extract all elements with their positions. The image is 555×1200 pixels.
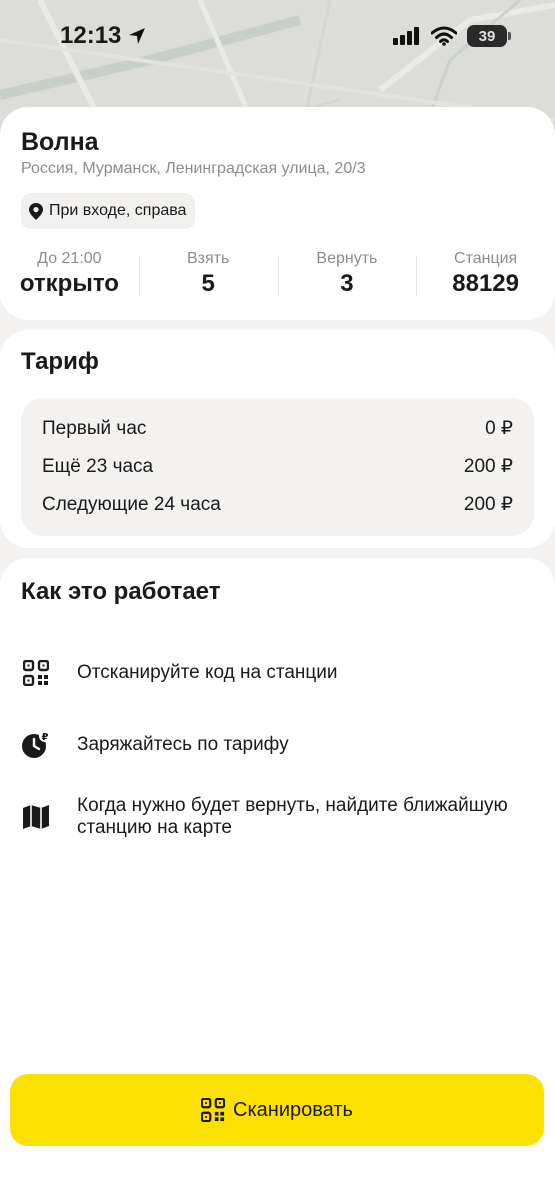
scan-button-label: Сканировать — [233, 1098, 353, 1121]
station-info-card: Волна Россия, Мурманск, Ленинградская ул… — [0, 107, 555, 320]
tariff-title: Тариф — [21, 348, 99, 375]
stat-return: Вернуть 3 — [277, 250, 417, 298]
tariff-row: Следующие 24 часа 200 ₽ — [42, 486, 513, 524]
station-title: Волна — [21, 128, 99, 156]
map-icon — [21, 802, 51, 832]
step-return: Когда нужно будет вернуть, найдите ближа… — [21, 795, 534, 839]
stat-take: Взять 5 — [138, 250, 278, 298]
tariff-period: Ещё 23 часа — [42, 456, 154, 477]
station-stats: До 21:00 открыто Взять 5 Вернуть 3 Станц… — [0, 250, 555, 298]
stat-station-number: Станция 88129 — [416, 250, 555, 298]
entrance-text: При входе, справа — [49, 202, 187, 219]
ruble-clock-icon: ₽ — [21, 730, 51, 760]
stat-value: открыто — [19, 270, 119, 297]
battery-level: 39 — [478, 27, 496, 45]
stat-label: Станция — [454, 250, 518, 267]
cellular-signal-icon — [393, 27, 419, 45]
stat-label: До 21:00 — [37, 250, 102, 267]
status-icons: 39 — [393, 25, 511, 47]
tariff-table: Первый час 0 ₽ Ещё 23 часа 200 ₽ Следующ… — [21, 398, 534, 536]
clock-text: 12:13 — [60, 22, 122, 49]
qr-code-icon — [201, 1098, 226, 1122]
wifi-icon — [431, 26, 457, 46]
qr-code-icon — [21, 658, 51, 688]
tariff-row: Первый час 0 ₽ — [42, 410, 513, 448]
battery-icon: 39 — [467, 25, 511, 47]
step-text: Когда нужно будет вернуть, найдите ближа… — [77, 795, 508, 838]
location-arrow-icon — [129, 28, 146, 44]
step-charge: ₽ Заряжайтесь по тарифу — [21, 730, 534, 760]
station-address: Россия, Мурманск, Ленинградская улица, 2… — [21, 160, 366, 177]
tariff-row: Ещё 23 часа 200 ₽ — [42, 448, 513, 486]
tariff-period: Следующие 24 часа — [42, 494, 221, 515]
status-bar: 12:13 39 — [0, 0, 555, 72]
stat-value: 3 — [340, 270, 354, 297]
status-time: 12:13 — [60, 22, 147, 50]
tariff-price: 200 ₽ — [463, 456, 513, 477]
entrance-badge: При входе, справа — [21, 193, 196, 229]
svg-text:₽: ₽ — [42, 732, 49, 743]
step-text: Отсканируйте код на станции — [77, 662, 338, 683]
stat-hours: До 21:00 открыто — [0, 250, 139, 298]
stat-value: 5 — [201, 270, 215, 297]
stat-label: Взять — [186, 250, 230, 267]
location-pin-icon — [29, 202, 43, 220]
scan-button[interactable]: Сканировать — [10, 1074, 544, 1146]
tariff-card: Тариф Первый час 0 ₽ Ещё 23 часа 200 ₽ С… — [0, 330, 555, 548]
tariff-price: 0 ₽ — [485, 418, 513, 439]
how-it-works-title: Как это работает — [21, 578, 221, 605]
step-scan: Отсканируйте код на станции — [21, 658, 534, 688]
tariff-period: Первый час — [42, 418, 147, 439]
stat-value: 88129 — [452, 270, 519, 297]
tariff-price: 200 ₽ — [463, 494, 513, 515]
stat-label: Вернуть — [316, 250, 378, 267]
step-text: Заряжайтесь по тарифу — [77, 734, 289, 755]
